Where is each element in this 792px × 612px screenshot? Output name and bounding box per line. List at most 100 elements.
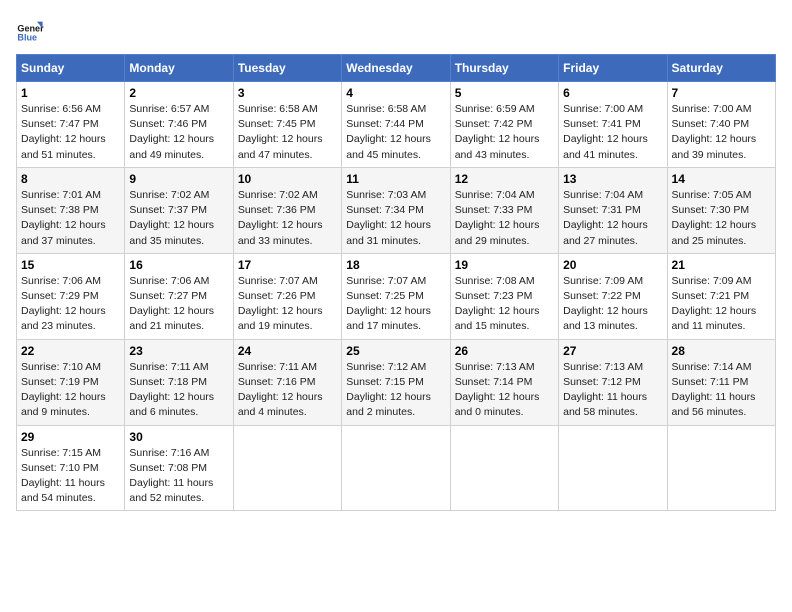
calendar-week-row: 8 Sunrise: 7:01 AM Sunset: 7:38 PM Dayli… xyxy=(17,167,776,253)
day-number: 5 xyxy=(455,86,554,100)
table-row: 12 Sunrise: 7:04 AM Sunset: 7:33 PM Dayl… xyxy=(450,167,558,253)
table-row: 5 Sunrise: 6:59 AM Sunset: 7:42 PM Dayli… xyxy=(450,82,558,168)
table-row: 13 Sunrise: 7:04 AM Sunset: 7:31 PM Dayl… xyxy=(559,167,667,253)
day-info: Sunrise: 7:09 AM Sunset: 7:21 PM Dayligh… xyxy=(672,274,771,335)
day-number: 3 xyxy=(238,86,337,100)
calendar-week-row: 1 Sunrise: 6:56 AM Sunset: 7:47 PM Dayli… xyxy=(17,82,776,168)
table-row: 17 Sunrise: 7:07 AM Sunset: 7:26 PM Dayl… xyxy=(233,253,341,339)
table-row xyxy=(667,425,775,511)
table-row: 6 Sunrise: 7:00 AM Sunset: 7:41 PM Dayli… xyxy=(559,82,667,168)
day-info: Sunrise: 7:00 AM Sunset: 7:41 PM Dayligh… xyxy=(563,102,662,163)
column-header-tuesday: Tuesday xyxy=(233,55,341,82)
day-info: Sunrise: 7:07 AM Sunset: 7:25 PM Dayligh… xyxy=(346,274,445,335)
calendar-week-row: 29 Sunrise: 7:15 AM Sunset: 7:10 PM Dayl… xyxy=(17,425,776,511)
day-number: 16 xyxy=(129,258,228,272)
table-row: 19 Sunrise: 7:08 AM Sunset: 7:23 PM Dayl… xyxy=(450,253,558,339)
day-info: Sunrise: 7:13 AM Sunset: 7:12 PM Dayligh… xyxy=(563,360,662,421)
column-header-friday: Friday xyxy=(559,55,667,82)
day-number: 23 xyxy=(129,344,228,358)
day-number: 1 xyxy=(21,86,120,100)
day-number: 7 xyxy=(672,86,771,100)
table-row: 25 Sunrise: 7:12 AM Sunset: 7:15 PM Dayl… xyxy=(342,339,450,425)
day-number: 15 xyxy=(21,258,120,272)
header: General Blue xyxy=(16,16,776,44)
day-info: Sunrise: 7:13 AM Sunset: 7:14 PM Dayligh… xyxy=(455,360,554,421)
day-info: Sunrise: 7:07 AM Sunset: 7:26 PM Dayligh… xyxy=(238,274,337,335)
day-number: 13 xyxy=(563,172,662,186)
day-info: Sunrise: 7:02 AM Sunset: 7:36 PM Dayligh… xyxy=(238,188,337,249)
day-info: Sunrise: 7:11 AM Sunset: 7:18 PM Dayligh… xyxy=(129,360,228,421)
table-row: 22 Sunrise: 7:10 AM Sunset: 7:19 PM Dayl… xyxy=(17,339,125,425)
table-row xyxy=(559,425,667,511)
day-info: Sunrise: 7:06 AM Sunset: 7:29 PM Dayligh… xyxy=(21,274,120,335)
calendar-week-row: 22 Sunrise: 7:10 AM Sunset: 7:19 PM Dayl… xyxy=(17,339,776,425)
day-info: Sunrise: 7:01 AM Sunset: 7:38 PM Dayligh… xyxy=(21,188,120,249)
day-number: 30 xyxy=(129,430,228,444)
column-header-wednesday: Wednesday xyxy=(342,55,450,82)
day-number: 26 xyxy=(455,344,554,358)
table-row: 26 Sunrise: 7:13 AM Sunset: 7:14 PM Dayl… xyxy=(450,339,558,425)
day-info: Sunrise: 7:06 AM Sunset: 7:27 PM Dayligh… xyxy=(129,274,228,335)
table-row: 23 Sunrise: 7:11 AM Sunset: 7:18 PM Dayl… xyxy=(125,339,233,425)
day-info: Sunrise: 6:57 AM Sunset: 7:46 PM Dayligh… xyxy=(129,102,228,163)
table-row: 4 Sunrise: 6:58 AM Sunset: 7:44 PM Dayli… xyxy=(342,82,450,168)
day-info: Sunrise: 7:10 AM Sunset: 7:19 PM Dayligh… xyxy=(21,360,120,421)
day-number: 28 xyxy=(672,344,771,358)
day-number: 4 xyxy=(346,86,445,100)
day-number: 12 xyxy=(455,172,554,186)
day-info: Sunrise: 7:11 AM Sunset: 7:16 PM Dayligh… xyxy=(238,360,337,421)
table-row: 15 Sunrise: 7:06 AM Sunset: 7:29 PM Dayl… xyxy=(17,253,125,339)
table-row xyxy=(342,425,450,511)
logo: General Blue xyxy=(16,16,44,44)
table-row: 21 Sunrise: 7:09 AM Sunset: 7:21 PM Dayl… xyxy=(667,253,775,339)
day-number: 27 xyxy=(563,344,662,358)
table-row: 2 Sunrise: 6:57 AM Sunset: 7:46 PM Dayli… xyxy=(125,82,233,168)
day-info: Sunrise: 7:12 AM Sunset: 7:15 PM Dayligh… xyxy=(346,360,445,421)
table-row: 1 Sunrise: 6:56 AM Sunset: 7:47 PM Dayli… xyxy=(17,82,125,168)
day-number: 29 xyxy=(21,430,120,444)
day-info: Sunrise: 6:58 AM Sunset: 7:45 PM Dayligh… xyxy=(238,102,337,163)
day-info: Sunrise: 7:03 AM Sunset: 7:34 PM Dayligh… xyxy=(346,188,445,249)
day-info: Sunrise: 6:58 AM Sunset: 7:44 PM Dayligh… xyxy=(346,102,445,163)
day-number: 22 xyxy=(21,344,120,358)
table-row: 28 Sunrise: 7:14 AM Sunset: 7:11 PM Dayl… xyxy=(667,339,775,425)
logo-icon: General Blue xyxy=(16,16,44,44)
table-row: 20 Sunrise: 7:09 AM Sunset: 7:22 PM Dayl… xyxy=(559,253,667,339)
day-info: Sunrise: 6:59 AM Sunset: 7:42 PM Dayligh… xyxy=(455,102,554,163)
column-header-saturday: Saturday xyxy=(667,55,775,82)
day-info: Sunrise: 7:16 AM Sunset: 7:08 PM Dayligh… xyxy=(129,446,228,507)
table-row: 16 Sunrise: 7:06 AM Sunset: 7:27 PM Dayl… xyxy=(125,253,233,339)
day-info: Sunrise: 7:00 AM Sunset: 7:40 PM Dayligh… xyxy=(672,102,771,163)
table-row xyxy=(233,425,341,511)
day-info: Sunrise: 7:15 AM Sunset: 7:10 PM Dayligh… xyxy=(21,446,120,507)
table-row: 29 Sunrise: 7:15 AM Sunset: 7:10 PM Dayl… xyxy=(17,425,125,511)
column-header-monday: Monday xyxy=(125,55,233,82)
day-number: 19 xyxy=(455,258,554,272)
day-number: 2 xyxy=(129,86,228,100)
day-number: 25 xyxy=(346,344,445,358)
table-row xyxy=(450,425,558,511)
table-row: 18 Sunrise: 7:07 AM Sunset: 7:25 PM Dayl… xyxy=(342,253,450,339)
day-number: 9 xyxy=(129,172,228,186)
day-number: 11 xyxy=(346,172,445,186)
calendar: SundayMondayTuesdayWednesdayThursdayFrid… xyxy=(16,54,776,511)
day-number: 20 xyxy=(563,258,662,272)
column-header-sunday: Sunday xyxy=(17,55,125,82)
day-info: Sunrise: 7:09 AM Sunset: 7:22 PM Dayligh… xyxy=(563,274,662,335)
day-info: Sunrise: 7:04 AM Sunset: 7:31 PM Dayligh… xyxy=(563,188,662,249)
day-number: 24 xyxy=(238,344,337,358)
day-info: Sunrise: 6:56 AM Sunset: 7:47 PM Dayligh… xyxy=(21,102,120,163)
day-number: 10 xyxy=(238,172,337,186)
table-row: 9 Sunrise: 7:02 AM Sunset: 7:37 PM Dayli… xyxy=(125,167,233,253)
day-info: Sunrise: 7:08 AM Sunset: 7:23 PM Dayligh… xyxy=(455,274,554,335)
table-row: 10 Sunrise: 7:02 AM Sunset: 7:36 PM Dayl… xyxy=(233,167,341,253)
table-row: 8 Sunrise: 7:01 AM Sunset: 7:38 PM Dayli… xyxy=(17,167,125,253)
day-number: 8 xyxy=(21,172,120,186)
day-number: 21 xyxy=(672,258,771,272)
day-info: Sunrise: 7:05 AM Sunset: 7:30 PM Dayligh… xyxy=(672,188,771,249)
day-info: Sunrise: 7:04 AM Sunset: 7:33 PM Dayligh… xyxy=(455,188,554,249)
table-row: 7 Sunrise: 7:00 AM Sunset: 7:40 PM Dayli… xyxy=(667,82,775,168)
calendar-week-row: 15 Sunrise: 7:06 AM Sunset: 7:29 PM Dayl… xyxy=(17,253,776,339)
column-header-thursday: Thursday xyxy=(450,55,558,82)
table-row: 27 Sunrise: 7:13 AM Sunset: 7:12 PM Dayl… xyxy=(559,339,667,425)
